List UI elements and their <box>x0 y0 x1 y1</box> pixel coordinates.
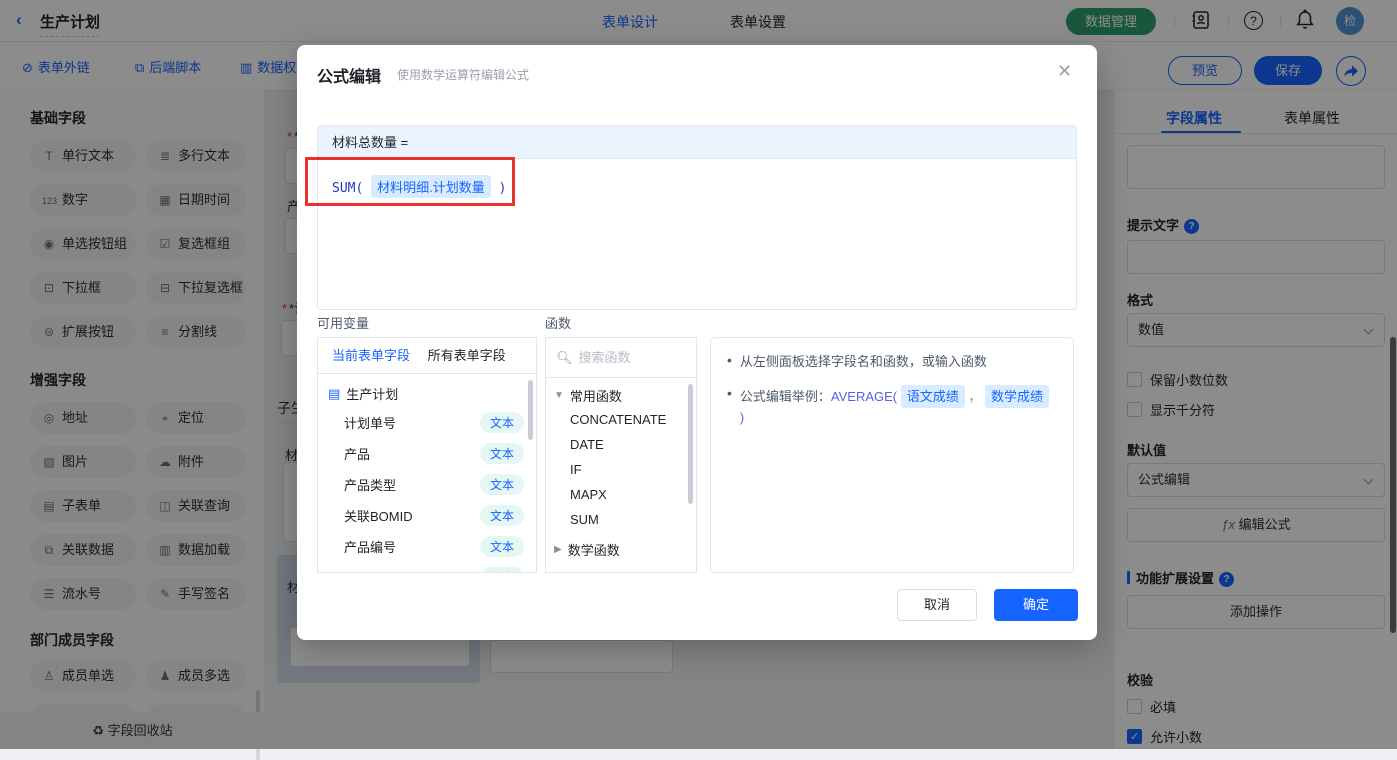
variable-row[interactable]: 计划单号 文本 <box>318 407 536 438</box>
example-function: AVERAGE( <box>830 389 898 404</box>
type-badge: 文本 <box>479 567 524 572</box>
functions-label: 函数 <box>545 316 572 331</box>
tab-all-form-fields[interactable]: 所有表单字段 <box>428 348 506 363</box>
function-item[interactable]: CONCATENATE <box>546 407 696 432</box>
function-group-text[interactable]: ▶文本函数 <box>546 561 696 572</box>
chevron-right-icon: ▶ <box>554 544 562 555</box>
type-badge: 文本 <box>479 474 524 495</box>
function-item[interactable]: SUM <box>546 507 696 532</box>
function-search[interactable]: 🔍︎ <box>546 338 696 378</box>
bullet: • <box>727 385 732 401</box>
formula-field-chip[interactable]: 材料明细.计划数量 <box>371 175 491 198</box>
modal-subtitle: 使用数学运算符编辑公式 <box>397 68 530 82</box>
cancel-button[interactable]: 取消 <box>897 589 977 621</box>
variable-row[interactable]: 产品名称文本 <box>318 562 536 572</box>
formula-edit-modal: 公式编辑 使用数学运算符编辑公式 ✕ 材料总数量 = SUM( 材料明细.计划数… <box>297 45 1097 640</box>
formula-editor: 材料总数量 = SUM( 材料明细.计划数量 ) <box>317 125 1077 310</box>
variables-tree-root[interactable]: ▤ 生产计划 <box>318 374 536 407</box>
type-badge: 文本 <box>479 536 524 557</box>
tab-current-form-fields[interactable]: 当前表单字段 <box>332 348 410 363</box>
modal-title: 公式编辑 <box>317 69 382 86</box>
formula-function: SUM( <box>332 181 364 196</box>
functions-scrollbar[interactable] <box>688 384 693 504</box>
function-item[interactable]: IF <box>546 457 696 482</box>
close-icon[interactable]: ✕ <box>1057 61 1072 82</box>
function-group-math[interactable]: ▶ 数学函数 <box>546 532 696 561</box>
variable-row[interactable]: 产品类型 文本 <box>318 469 536 500</box>
functions-panel: 🔍︎ ▼常用函数 CONCATENATE DATE IF MAPX SUM ▶数… <box>545 337 697 573</box>
tip-line-example: • 公式编辑举例：AVERAGE( 语文成绩 ， 数学成绩 ) <box>711 371 1073 427</box>
chevron-down-icon: ▼ <box>554 390 564 401</box>
formula-input[interactable]: SUM( 材料明细.计划数量 ) <box>318 159 1076 214</box>
type-badge: 文本 <box>479 443 524 464</box>
bullet: • <box>727 352 732 368</box>
formula-target: 材料总数量 = <box>318 126 1076 159</box>
form-doc-icon: ▤ <box>328 385 341 401</box>
type-badge: 文本 <box>479 412 524 433</box>
function-item[interactable]: DATE <box>546 432 696 457</box>
type-badge: 文本 <box>479 505 524 526</box>
variable-row[interactable]: 关联BOMID 文本 <box>318 500 536 531</box>
search-icon: 🔍︎ <box>556 349 573 365</box>
variable-row[interactable]: 产品 文本 <box>318 438 536 469</box>
example-chip: 数学成绩 <box>985 385 1050 408</box>
variables-scrollbar[interactable] <box>528 380 533 440</box>
confirm-button[interactable]: 确定 <box>994 589 1078 621</box>
function-search-input[interactable] <box>578 350 679 365</box>
variable-row[interactable]: 产品编号 文本 <box>318 531 536 562</box>
variables-tabs: 当前表单字段 所有表单字段 <box>318 338 536 374</box>
example-chip: 语文成绩 <box>900 385 965 408</box>
tips-panel: • 从左侧面板选择字段名和函数，或输入函数 • 公式编辑举例：AVERAGE( 语… <box>710 337 1074 573</box>
tip-line: • 从左侧面板选择字段名和函数，或输入函数 <box>727 352 987 369</box>
variables-panel: 当前表单字段 所有表单字段 ▤ 生产计划 计划单号 文本 产品 文本 产品类型 文本 关… <box>317 337 537 573</box>
function-item[interactable]: MAPX <box>546 482 696 507</box>
formula-close-paren: ) <box>498 181 507 196</box>
variables-label: 可用变量 <box>317 316 370 331</box>
function-group-common[interactable]: ▼ 常用函数 <box>546 378 696 407</box>
